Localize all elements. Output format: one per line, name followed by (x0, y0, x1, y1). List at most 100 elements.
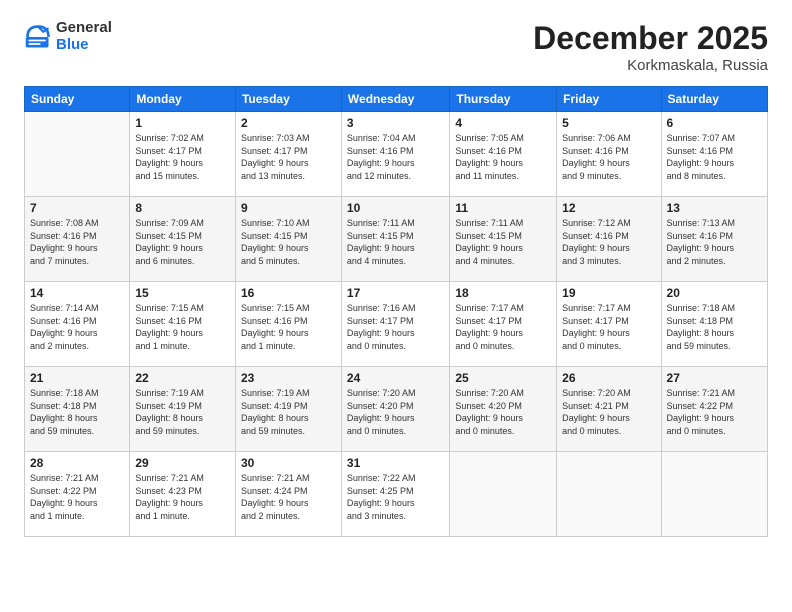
day-cell-18: 18 Sunrise: 7:17 AMSunset: 4:17 PMDaylig… (450, 282, 557, 367)
day-cell-28: 28 Sunrise: 7:21 AMSunset: 4:22 PMDaylig… (25, 452, 130, 537)
day-number: 10 (347, 201, 444, 215)
logo-general: General (56, 20, 112, 37)
day-number: 19 (562, 286, 655, 300)
day-info: Sunrise: 7:17 AMSunset: 4:17 PMDaylight:… (455, 302, 551, 352)
day-cell-31: 31 Sunrise: 7:22 AMSunset: 4:25 PMDaylig… (341, 452, 449, 537)
day-number: 29 (135, 456, 230, 470)
day-cell-13: 13 Sunrise: 7:13 AMSunset: 4:16 PMDaylig… (661, 197, 767, 282)
day-cell-17: 17 Sunrise: 7:16 AMSunset: 4:17 PMDaylig… (341, 282, 449, 367)
day-number: 27 (667, 371, 762, 385)
day-info: Sunrise: 7:19 AMSunset: 4:19 PMDaylight:… (241, 387, 336, 437)
day-cell-20: 20 Sunrise: 7:18 AMSunset: 4:18 PMDaylig… (661, 282, 767, 367)
day-number: 8 (135, 201, 230, 215)
day-cell-7: 7 Sunrise: 7:08 AMSunset: 4:16 PMDayligh… (25, 197, 130, 282)
day-info: Sunrise: 7:04 AMSunset: 4:16 PMDaylight:… (347, 132, 444, 182)
day-number: 23 (241, 371, 336, 385)
day-number: 12 (562, 201, 655, 215)
calendar-row-4: 21 Sunrise: 7:18 AMSunset: 4:18 PMDaylig… (25, 367, 768, 452)
day-info: Sunrise: 7:20 AMSunset: 4:21 PMDaylight:… (562, 387, 655, 437)
day-number: 4 (455, 116, 551, 130)
day-cell-22: 22 Sunrise: 7:19 AMSunset: 4:19 PMDaylig… (130, 367, 236, 452)
day-cell-10: 10 Sunrise: 7:11 AMSunset: 4:15 PMDaylig… (341, 197, 449, 282)
day-number: 13 (667, 201, 762, 215)
day-number: 22 (135, 371, 230, 385)
day-info: Sunrise: 7:08 AMSunset: 4:16 PMDaylight:… (30, 217, 124, 267)
day-cell-5: 5 Sunrise: 7:06 AMSunset: 4:16 PMDayligh… (557, 112, 661, 197)
day-cell-30: 30 Sunrise: 7:21 AMSunset: 4:24 PMDaylig… (235, 452, 341, 537)
day-info: Sunrise: 7:18 AMSunset: 4:18 PMDaylight:… (667, 302, 762, 352)
day-info: Sunrise: 7:05 AMSunset: 4:16 PMDaylight:… (455, 132, 551, 182)
day-info: Sunrise: 7:22 AMSunset: 4:25 PMDaylight:… (347, 472, 444, 522)
day-cell-21: 21 Sunrise: 7:18 AMSunset: 4:18 PMDaylig… (25, 367, 130, 452)
day-number: 31 (347, 456, 444, 470)
day-cell-19: 19 Sunrise: 7:17 AMSunset: 4:17 PMDaylig… (557, 282, 661, 367)
calendar-row-3: 14 Sunrise: 7:14 AMSunset: 4:16 PMDaylig… (25, 282, 768, 367)
day-cell-1: 1 Sunrise: 7:02 AMSunset: 4:17 PMDayligh… (130, 112, 236, 197)
day-number: 21 (30, 371, 124, 385)
day-cell-23: 23 Sunrise: 7:19 AMSunset: 4:19 PMDaylig… (235, 367, 341, 452)
day-info: Sunrise: 7:10 AMSunset: 4:15 PMDaylight:… (241, 217, 336, 267)
day-cell-11: 11 Sunrise: 7:11 AMSunset: 4:15 PMDaylig… (450, 197, 557, 282)
day-cell-26: 26 Sunrise: 7:20 AMSunset: 4:21 PMDaylig… (557, 367, 661, 452)
month-title: December 2025 (533, 20, 768, 57)
day-info: Sunrise: 7:07 AMSunset: 4:16 PMDaylight:… (667, 132, 762, 182)
location-subtitle: Korkmaskala, Russia (533, 57, 768, 74)
day-info: Sunrise: 7:15 AMSunset: 4:16 PMDaylight:… (135, 302, 230, 352)
title-area: December 2025 Korkmaskala, Russia (533, 20, 768, 74)
day-number: 1 (135, 116, 230, 130)
day-number: 28 (30, 456, 124, 470)
day-info: Sunrise: 7:19 AMSunset: 4:19 PMDaylight:… (135, 387, 230, 437)
empty-cell (25, 112, 130, 197)
col-sunday: Sunday (25, 87, 130, 112)
day-number: 24 (347, 371, 444, 385)
day-number: 18 (455, 286, 551, 300)
page: General Blue December 2025 Korkmaskala, … (0, 0, 792, 612)
day-cell-4: 4 Sunrise: 7:05 AMSunset: 4:16 PMDayligh… (450, 112, 557, 197)
day-cell-8: 8 Sunrise: 7:09 AMSunset: 4:15 PMDayligh… (130, 197, 236, 282)
day-number: 17 (347, 286, 444, 300)
day-info: Sunrise: 7:21 AMSunset: 4:22 PMDaylight:… (30, 472, 124, 522)
day-cell-24: 24 Sunrise: 7:20 AMSunset: 4:20 PMDaylig… (341, 367, 449, 452)
day-cell-12: 12 Sunrise: 7:12 AMSunset: 4:16 PMDaylig… (557, 197, 661, 282)
day-cell-9: 9 Sunrise: 7:10 AMSunset: 4:15 PMDayligh… (235, 197, 341, 282)
day-info: Sunrise: 7:18 AMSunset: 4:18 PMDaylight:… (30, 387, 124, 437)
day-info: Sunrise: 7:16 AMSunset: 4:17 PMDaylight:… (347, 302, 444, 352)
calendar-row-1: 1 Sunrise: 7:02 AMSunset: 4:17 PMDayligh… (25, 112, 768, 197)
day-number: 25 (455, 371, 551, 385)
day-cell-14: 14 Sunrise: 7:14 AMSunset: 4:16 PMDaylig… (25, 282, 130, 367)
day-info: Sunrise: 7:13 AMSunset: 4:16 PMDaylight:… (667, 217, 762, 267)
day-info: Sunrise: 7:11 AMSunset: 4:15 PMDaylight:… (455, 217, 551, 267)
day-info: Sunrise: 7:20 AMSunset: 4:20 PMDaylight:… (455, 387, 551, 437)
col-friday: Friday (557, 87, 661, 112)
day-number: 26 (562, 371, 655, 385)
logo-icon (24, 23, 52, 51)
day-info: Sunrise: 7:03 AMSunset: 4:17 PMDaylight:… (241, 132, 336, 182)
day-number: 9 (241, 201, 336, 215)
day-cell-27: 27 Sunrise: 7:21 AMSunset: 4:22 PMDaylig… (661, 367, 767, 452)
day-number: 2 (241, 116, 336, 130)
empty-cell (557, 452, 661, 537)
day-info: Sunrise: 7:06 AMSunset: 4:16 PMDaylight:… (562, 132, 655, 182)
day-number: 7 (30, 201, 124, 215)
day-cell-15: 15 Sunrise: 7:15 AMSunset: 4:16 PMDaylig… (130, 282, 236, 367)
day-number: 20 (667, 286, 762, 300)
calendar-row-2: 7 Sunrise: 7:08 AMSunset: 4:16 PMDayligh… (25, 197, 768, 282)
day-info: Sunrise: 7:09 AMSunset: 4:15 PMDaylight:… (135, 217, 230, 267)
day-cell-29: 29 Sunrise: 7:21 AMSunset: 4:23 PMDaylig… (130, 452, 236, 537)
day-cell-3: 3 Sunrise: 7:04 AMSunset: 4:16 PMDayligh… (341, 112, 449, 197)
col-tuesday: Tuesday (235, 87, 341, 112)
col-wednesday: Wednesday (341, 87, 449, 112)
day-cell-6: 6 Sunrise: 7:07 AMSunset: 4:16 PMDayligh… (661, 112, 767, 197)
day-info: Sunrise: 7:21 AMSunset: 4:24 PMDaylight:… (241, 472, 336, 522)
day-info: Sunrise: 7:02 AMSunset: 4:17 PMDaylight:… (135, 132, 230, 182)
col-saturday: Saturday (661, 87, 767, 112)
calendar-table: Sunday Monday Tuesday Wednesday Thursday… (24, 86, 768, 537)
day-number: 14 (30, 286, 124, 300)
day-number: 15 (135, 286, 230, 300)
day-number: 11 (455, 201, 551, 215)
day-info: Sunrise: 7:14 AMSunset: 4:16 PMDaylight:… (30, 302, 124, 352)
header: General Blue December 2025 Korkmaskala, … (24, 20, 768, 74)
day-cell-25: 25 Sunrise: 7:20 AMSunset: 4:20 PMDaylig… (450, 367, 557, 452)
day-number: 30 (241, 456, 336, 470)
day-number: 5 (562, 116, 655, 130)
